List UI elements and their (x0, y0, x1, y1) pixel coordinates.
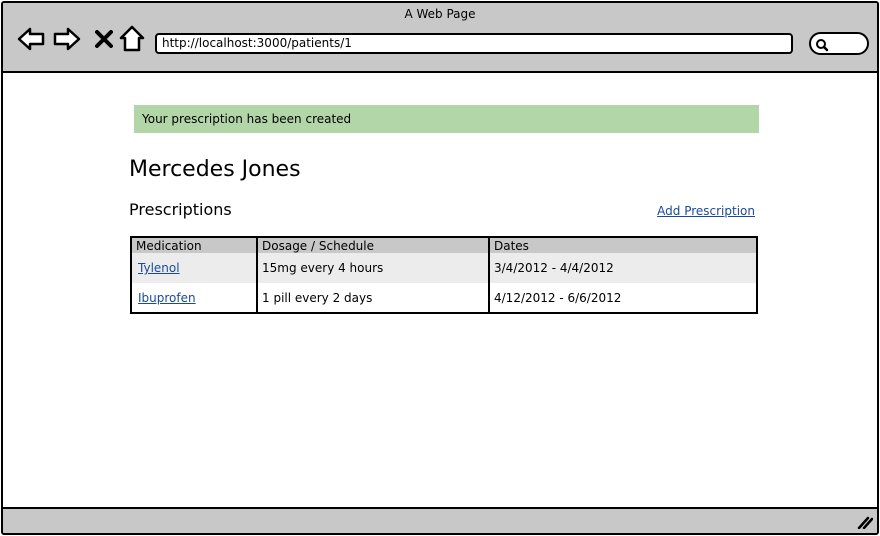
dates-cell: 3/4/2012 - 4/4/2012 (494, 261, 614, 275)
dosage-cell: 1 pill every 2 days (257, 283, 490, 313)
status-bar (3, 507, 877, 533)
close-icon (95, 30, 113, 48)
home-button[interactable] (118, 25, 146, 53)
resize-grip-icon[interactable] (857, 515, 873, 529)
stop-button[interactable] (90, 25, 118, 53)
search-box[interactable] (809, 32, 869, 55)
table-row: Ibuprofen 1 pill every 2 days 4/12/2012 … (131, 283, 757, 313)
home-icon (119, 25, 145, 52)
address-bar[interactable]: http://localhost:3000/patients/1 (155, 33, 793, 54)
dosage-cell: 15mg every 4 hours (257, 253, 490, 283)
column-header-dosage: Dosage / Schedule (257, 237, 490, 253)
table-row: Tylenol 15mg every 4 hours 3/4/2012 - 4/… (131, 253, 757, 283)
flash-message: Your prescription has been created (134, 105, 759, 133)
medication-cell: Ibuprofen (131, 283, 258, 313)
back-button[interactable] (17, 25, 45, 53)
table-header-row: Medication Dosage / Schedule Dates (131, 237, 757, 253)
column-header-medication: Medication (131, 237, 258, 253)
search-icon (816, 39, 829, 52)
back-arrow-icon (17, 27, 45, 51)
prescriptions-heading: Prescriptions (129, 200, 232, 219)
patient-name: Mercedes Jones (129, 157, 301, 182)
medication-link[interactable]: Tylenol (136, 261, 180, 275)
add-prescription-link[interactable]: Add Prescription (657, 204, 755, 218)
page-content: Your prescription has been created Merce… (3, 75, 877, 509)
window-title: A Web Page (404, 7, 476, 21)
dates-cell: 4/12/2012 - 6/6/2012 (494, 290, 622, 305)
browser-toolbar: A Web Page http://localhost:3000/patient… (3, 3, 877, 73)
medication-cell: Tylenol (131, 253, 258, 283)
browser-window: A Web Page http://localhost:3000/patient… (1, 1, 879, 535)
forward-button[interactable] (53, 25, 81, 53)
column-header-dates: Dates (494, 238, 529, 253)
medication-link[interactable]: Ibuprofen (136, 291, 196, 305)
prescriptions-table: Medication Dosage / Schedule Dates Tylen… (130, 236, 758, 314)
forward-arrow-icon (53, 27, 81, 51)
